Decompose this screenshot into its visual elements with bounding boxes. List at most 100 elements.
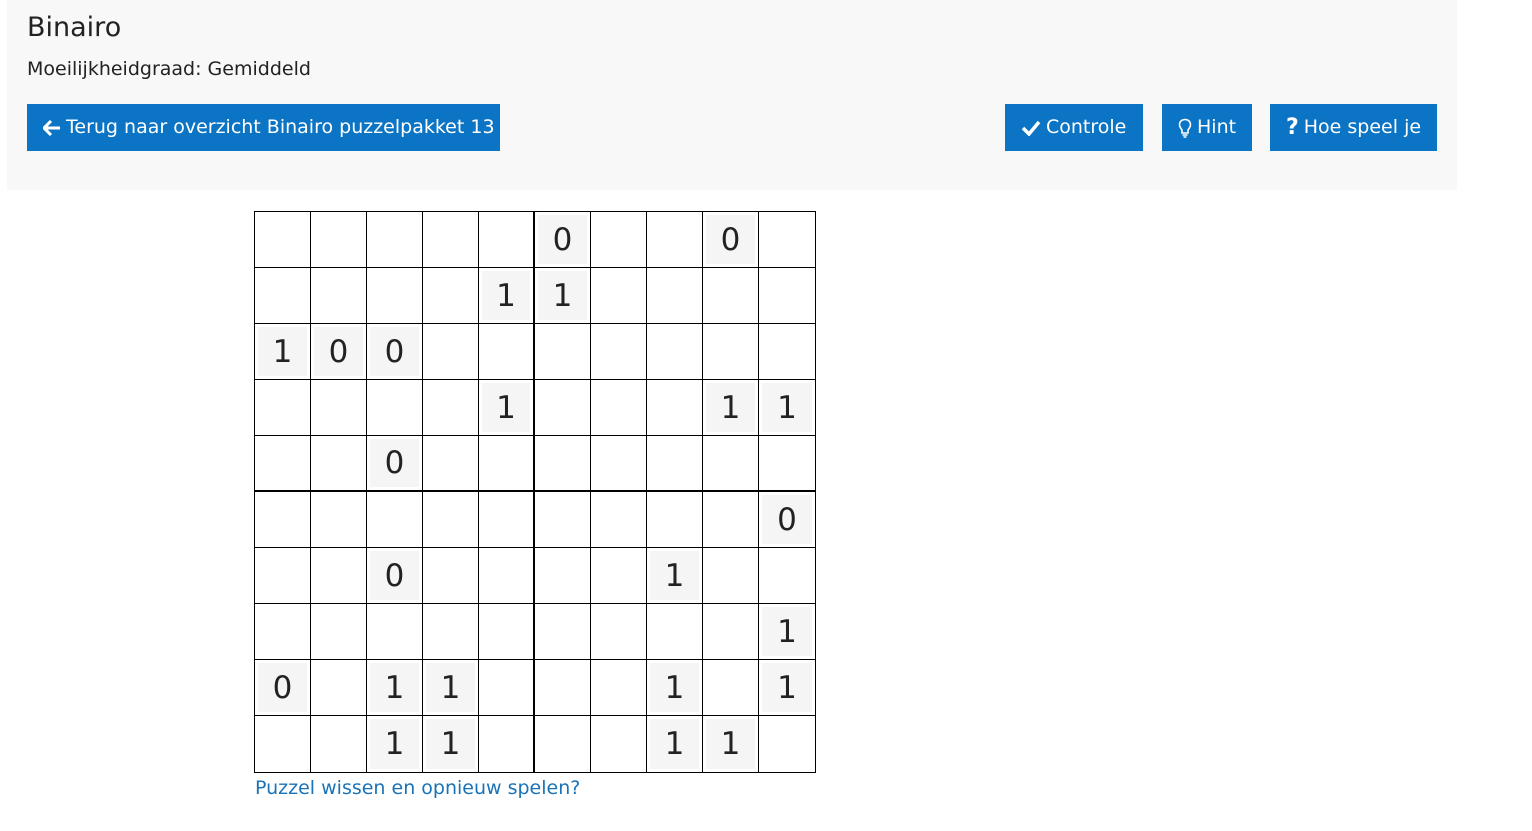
board-cell[interactable] xyxy=(423,548,479,604)
board-cell[interactable] xyxy=(647,604,703,660)
board-cell[interactable] xyxy=(759,268,815,324)
how-to-play-button[interactable]: ? Hoe speel je xyxy=(1270,104,1437,151)
board-cell[interactable] xyxy=(759,436,815,492)
board-cell[interactable]: 1 xyxy=(367,660,423,716)
board-cell[interactable]: 0 xyxy=(367,436,423,492)
board-cell[interactable] xyxy=(255,604,311,660)
board-cell[interactable] xyxy=(703,660,759,716)
board-cell[interactable] xyxy=(479,492,535,548)
board-cell[interactable] xyxy=(647,268,703,324)
board-cell[interactable] xyxy=(423,604,479,660)
board-cell[interactable] xyxy=(479,548,535,604)
board-cell[interactable] xyxy=(647,380,703,436)
board-cell[interactable] xyxy=(591,660,647,716)
board-cell[interactable] xyxy=(647,212,703,268)
board-cell[interactable] xyxy=(535,380,591,436)
board-cell[interactable] xyxy=(367,212,423,268)
board-cell[interactable] xyxy=(311,492,367,548)
board-cell[interactable] xyxy=(703,268,759,324)
board-cell[interactable] xyxy=(535,548,591,604)
board-cell[interactable] xyxy=(423,268,479,324)
board-cell[interactable] xyxy=(423,436,479,492)
back-to-overview-button[interactable]: Terug naar overzicht Binairo puzzelpakke… xyxy=(27,104,500,151)
board-cell[interactable]: 1 xyxy=(255,324,311,380)
board-cell[interactable] xyxy=(255,212,311,268)
board-cell[interactable]: 0 xyxy=(311,324,367,380)
board-cell[interactable] xyxy=(311,268,367,324)
board-cell[interactable] xyxy=(311,660,367,716)
board-cell[interactable]: 0 xyxy=(367,548,423,604)
board-cell[interactable]: 1 xyxy=(759,380,815,436)
board-cell[interactable] xyxy=(535,492,591,548)
board-cell[interactable] xyxy=(591,212,647,268)
board-cell[interactable] xyxy=(479,212,535,268)
board-cell[interactable] xyxy=(255,548,311,604)
board-cell[interactable]: 1 xyxy=(647,548,703,604)
board-cell[interactable] xyxy=(423,492,479,548)
board-cell[interactable] xyxy=(535,604,591,660)
board-cell[interactable]: 1 xyxy=(367,716,423,772)
board-cell[interactable]: 0 xyxy=(703,212,759,268)
board-cell[interactable]: 1 xyxy=(647,660,703,716)
board-cell[interactable] xyxy=(423,212,479,268)
board-cell[interactable]: 0 xyxy=(255,660,311,716)
board-cell[interactable] xyxy=(255,268,311,324)
board-cell[interactable] xyxy=(311,548,367,604)
check-button[interactable]: Controle xyxy=(1005,104,1143,151)
board-cell[interactable]: 1 xyxy=(703,380,759,436)
board-cell[interactable] xyxy=(535,436,591,492)
board-cell[interactable] xyxy=(703,324,759,380)
board-cell[interactable] xyxy=(535,660,591,716)
board-cell[interactable]: 1 xyxy=(423,660,479,716)
board-cell[interactable]: 1 xyxy=(479,380,535,436)
board-cell[interactable] xyxy=(703,436,759,492)
board-cell[interactable] xyxy=(759,212,815,268)
board-cell[interactable] xyxy=(591,716,647,772)
board-cell[interactable] xyxy=(255,492,311,548)
board-cell[interactable] xyxy=(591,436,647,492)
board-cell[interactable] xyxy=(591,604,647,660)
board-cell[interactable] xyxy=(479,716,535,772)
board-cell[interactable] xyxy=(423,324,479,380)
board-cell[interactable] xyxy=(591,492,647,548)
board-cell[interactable] xyxy=(759,324,815,380)
board-cell[interactable] xyxy=(423,380,479,436)
board-cell[interactable] xyxy=(591,268,647,324)
board-cell[interactable] xyxy=(479,604,535,660)
board-cell[interactable] xyxy=(647,324,703,380)
board-cell[interactable] xyxy=(311,716,367,772)
board-cell[interactable] xyxy=(311,604,367,660)
board-cell[interactable] xyxy=(255,436,311,492)
board-cell[interactable]: 1 xyxy=(703,716,759,772)
board-cell[interactable] xyxy=(311,380,367,436)
board-cell[interactable]: 1 xyxy=(423,716,479,772)
board-cell[interactable] xyxy=(535,324,591,380)
board-cell[interactable]: 1 xyxy=(647,716,703,772)
board-cell[interactable] xyxy=(311,436,367,492)
board-cell[interactable]: 1 xyxy=(759,660,815,716)
board-cell[interactable] xyxy=(535,716,591,772)
board-cell[interactable] xyxy=(703,492,759,548)
board-cell[interactable] xyxy=(591,548,647,604)
board-cell[interactable]: 0 xyxy=(367,324,423,380)
board-cell[interactable] xyxy=(703,604,759,660)
board-cell[interactable]: 1 xyxy=(759,604,815,660)
board-cell[interactable] xyxy=(367,604,423,660)
board-cell[interactable] xyxy=(367,380,423,436)
board-cell[interactable] xyxy=(367,268,423,324)
board-cell[interactable] xyxy=(367,492,423,548)
board-cell[interactable]: 1 xyxy=(535,268,591,324)
board-cell[interactable] xyxy=(479,436,535,492)
board-cell[interactable] xyxy=(255,716,311,772)
board-cell[interactable] xyxy=(591,380,647,436)
board-cell[interactable]: 1 xyxy=(479,268,535,324)
board-cell[interactable] xyxy=(591,324,647,380)
board-cell[interactable] xyxy=(759,548,815,604)
hint-button[interactable]: Hint xyxy=(1162,104,1252,151)
reset-puzzle-link[interactable]: Puzzel wissen en opnieuw spelen? xyxy=(255,776,580,800)
board-cell[interactable]: 0 xyxy=(535,212,591,268)
board-cell[interactable] xyxy=(647,492,703,548)
board-cell[interactable] xyxy=(647,436,703,492)
board-cell[interactable] xyxy=(311,212,367,268)
board-cell[interactable] xyxy=(255,380,311,436)
